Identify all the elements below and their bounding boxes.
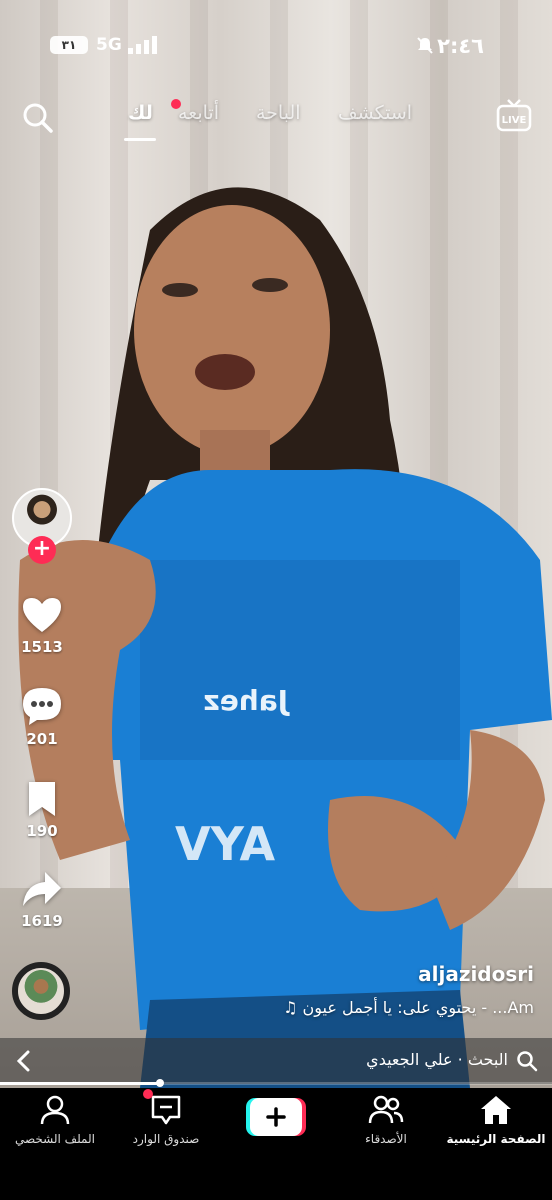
tab-explore[interactable]: استكشف	[338, 102, 412, 124]
video-subject: Jahez VYA	[18, 187, 552, 1088]
live-label: LIVE	[502, 115, 527, 126]
video-player[interactable]: Jahez VYA	[0, 0, 552, 1088]
search-icon[interactable]	[20, 100, 56, 136]
share-button[interactable]: 1619	[8, 870, 76, 930]
home-icon	[481, 1096, 511, 1124]
nav-profile[interactable]: الملف الشخصي	[0, 1094, 110, 1146]
comment-count: 201	[26, 730, 58, 748]
music-note-icon: ♫	[283, 998, 298, 1017]
creator-username[interactable]: aljazidosri	[279, 962, 534, 986]
profile-icon	[40, 1095, 70, 1125]
create-icon[interactable]	[246, 1098, 306, 1136]
tab-for-you[interactable]: لك	[128, 102, 153, 124]
clock: ٢:٤٦	[437, 34, 484, 58]
nav-home-label: الصفحة الرئيسية	[446, 1132, 546, 1146]
nav-home[interactable]: الصفحة الرئيسية	[441, 1094, 551, 1146]
battery-indicator: ٣١	[50, 36, 88, 54]
active-tab-indicator	[124, 138, 156, 141]
heart-icon	[23, 598, 61, 632]
tab-following[interactable]: أتابعه	[178, 102, 219, 124]
inbox-icon	[151, 1095, 181, 1125]
comment-button[interactable]: 201	[8, 686, 76, 748]
muted-bell-icon	[417, 37, 433, 54]
chevron-left-icon[interactable]	[14, 1050, 34, 1072]
live-icon[interactable]: LIVE	[496, 98, 532, 134]
inbox-notification-dot	[143, 1089, 153, 1099]
signal-icon	[128, 36, 157, 54]
nav-inbox[interactable]: صندوق الوارد	[111, 1094, 221, 1146]
svg-text:VYA: VYA	[175, 817, 276, 871]
related-search-bar[interactable]: البحث · علي الجعيدي	[0, 1038, 552, 1084]
status-bar: ٣١ 5G ٢:٤٦	[0, 0, 552, 90]
nav-friends-label: الأصدقاء	[365, 1132, 407, 1146]
sound-disc[interactable]	[12, 962, 70, 1020]
sound-title: يحتوي على: يا أجمل عيون - ...Am	[302, 998, 534, 1017]
nav-friends[interactable]: الأصدقاء	[331, 1094, 441, 1146]
like-button[interactable]: 1513	[8, 596, 76, 656]
nav-inbox-label: صندوق الوارد	[132, 1132, 200, 1146]
follow-button[interactable]: +	[28, 536, 56, 564]
svg-text:Jahez: Jahez	[203, 684, 290, 717]
following-notification-dot	[171, 99, 181, 109]
friends-icon	[368, 1095, 404, 1124]
comment-icon	[23, 688, 61, 725]
feed-tabs: لك أتابعه الباحة استكشف	[124, 102, 424, 142]
search-icon	[517, 1051, 538, 1072]
video-progress-bar[interactable]	[0, 1079, 552, 1087]
related-search-text: البحث · علي الجعيدي	[366, 1050, 508, 1069]
like-count: 1513	[21, 638, 63, 656]
network-label: 5G	[96, 35, 122, 55]
video-progress-fill	[0, 1082, 161, 1085]
save-count: 190	[26, 822, 58, 840]
nav-profile-label: الملف الشخصي	[15, 1132, 95, 1146]
sound-info[interactable]: ♫ يحتوي على: يا أجمل عيون - ...Am	[279, 998, 534, 1017]
share-arrow-icon	[23, 872, 61, 906]
tab-local[interactable]: الباحة	[256, 102, 301, 124]
top-navigation: لك أتابعه الباحة استكشف LIVE	[0, 96, 552, 146]
share-count: 1619	[21, 912, 63, 930]
bookmark-icon	[29, 782, 55, 816]
save-button[interactable]: 190	[8, 780, 76, 840]
post-caption: aljazidosri ♫ يحتوي على: يا أجمل عيون - …	[279, 962, 534, 1017]
